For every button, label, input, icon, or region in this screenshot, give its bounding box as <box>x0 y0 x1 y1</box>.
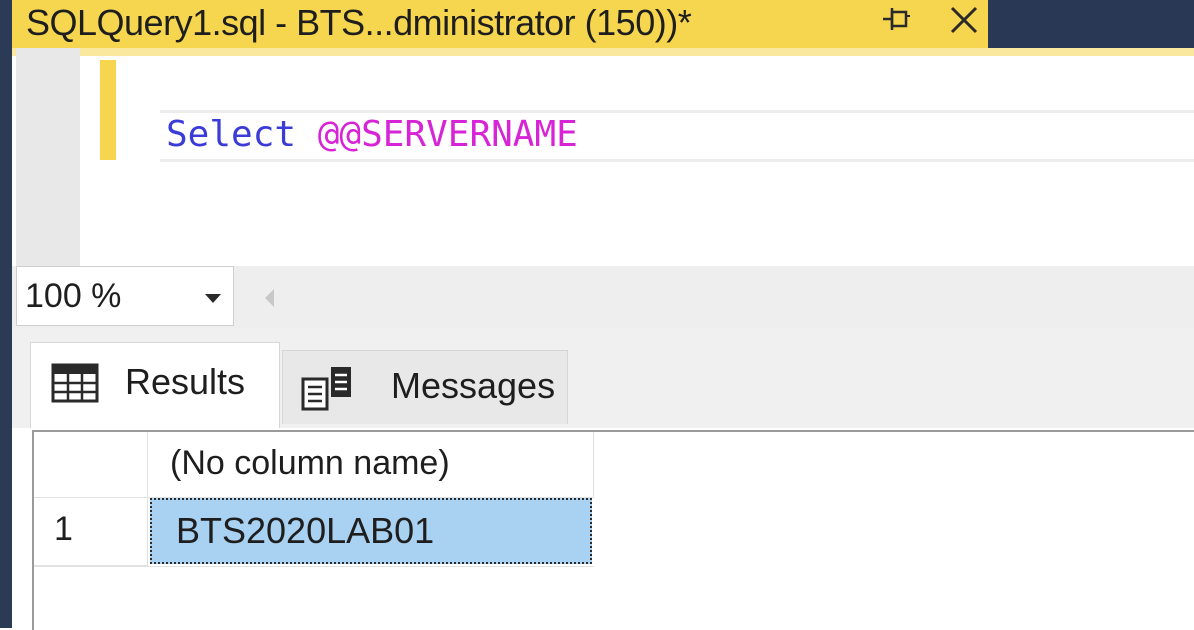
tab-messages[interactable]: Messages <box>282 350 568 424</box>
close-icon[interactable] <box>946 2 982 38</box>
query-editor[interactable]: Select @@SERVERNAME <box>12 48 1194 266</box>
column-header-label: (No column name) <box>170 444 450 482</box>
sql-keyword: Select <box>166 114 297 155</box>
tab-results-label: Results <box>125 361 246 402</box>
editor-gutter <box>16 48 80 266</box>
results-grid[interactable]: (No column name) 1 BTS2020LAB01 <box>12 428 1194 630</box>
messages-icon <box>301 367 351 411</box>
row-number-header[interactable] <box>34 432 148 498</box>
row-separator <box>34 566 594 567</box>
dropdown-arrow-icon[interactable] <box>203 291 223 305</box>
zoom-dropdown[interactable]: 100 % <box>16 266 234 326</box>
change-marker <box>100 60 116 160</box>
window-frame-left <box>0 0 12 628</box>
result-cell-selected[interactable]: BTS2020LAB01 <box>150 498 592 564</box>
scroll-left-icon[interactable] <box>262 286 278 310</box>
sql-system-function: @@SERVERNAME <box>317 114 578 155</box>
grid-header-row: (No column name) <box>34 432 594 498</box>
editor-status-bar: 100 % <box>12 266 1194 328</box>
grid-icon <box>51 363 99 403</box>
code-line-1[interactable]: Select @@SERVERNAME <box>166 112 578 158</box>
tab-messages-label: Messages <box>391 365 556 406</box>
document-tab-title: SQLQuery1.sql - BTS...dministrator (150)… <box>26 2 692 43</box>
result-cell-value: BTS2020LAB01 <box>176 510 435 551</box>
table-row[interactable]: 1 BTS2020LAB01 <box>34 498 594 566</box>
row-number[interactable]: 1 <box>34 498 148 566</box>
editor-top-accent <box>12 48 1194 56</box>
results-tab-strip: Results Messages <box>12 328 1194 428</box>
row-number-label: 1 <box>54 510 73 548</box>
zoom-value: 100 % <box>25 277 122 315</box>
tab-results[interactable]: Results <box>30 342 280 428</box>
tab-strip-background <box>988 0 1194 48</box>
pin-icon[interactable] <box>880 4 912 40</box>
column-header[interactable]: (No column name) <box>148 432 594 498</box>
document-tab[interactable]: SQLQuery1.sql - BTS...dministrator (150)… <box>12 0 988 48</box>
